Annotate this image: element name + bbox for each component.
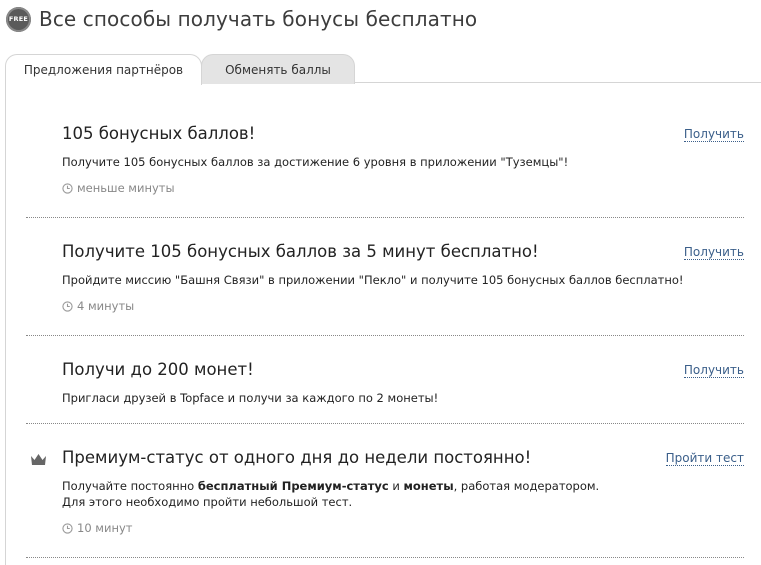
- offer-title: Получи до 200 монет!: [62, 360, 254, 379]
- get-bonus-link[interactable]: Получить: [683, 364, 744, 378]
- page-header: FREE Все способы получать бонусы бесплат…: [6, 5, 477, 33]
- clock-icon: [62, 182, 73, 194]
- offer-duration: 4 минуты: [62, 299, 134, 313]
- offer-duration-text: 10 минут: [77, 521, 133, 535]
- page-title: Все способы получать бонусы бесплатно: [39, 7, 478, 31]
- free-badge-icon: FREE: [6, 6, 31, 32]
- offer-duration-text: 4 минуты: [77, 299, 135, 313]
- clock-icon: [62, 300, 73, 312]
- tab-partner-offers[interactable]: Предложения партнёров: [5, 54, 202, 85]
- offer-title: Премиум-статус от одного дня до недели п…: [62, 448, 532, 467]
- tab-bar: Предложения партнёров Обменять баллы: [5, 54, 761, 85]
- offer-description: Получите 105 бонусных баллов за достижен…: [62, 155, 569, 169]
- offer-item: Получи до 200 монет! Пригласи друзей в T…: [26, 335, 744, 424]
- offer-duration: меньше минуты: [62, 181, 175, 195]
- tab-exchange-points[interactable]: Обменять баллы: [201, 54, 355, 84]
- offer-duration: 10 минут: [62, 521, 132, 535]
- take-test-link[interactable]: Пройти тест: [665, 452, 744, 466]
- offer-description: Пригласи друзей в Topface и получи за ка…: [62, 391, 439, 405]
- offer-item: Получите 105 бонусных баллов за 5 минут …: [26, 217, 744, 336]
- offer-item: 105 бонусных баллов! Получите 105 бонусн…: [26, 84, 744, 218]
- get-bonus-link[interactable]: Получить: [683, 246, 744, 260]
- offer-title: 105 бонусных баллов!: [62, 124, 256, 143]
- offers-panel: 105 бонусных баллов! Получите 105 бонусн…: [5, 84, 761, 565]
- offer-item: Премиум-статус от одного дня до недели п…: [26, 423, 744, 558]
- offer-description: Пройдите миссию "Башня Связи" в приложен…: [62, 273, 684, 287]
- offer-description: Получайте постоянно бесплатный Премиум-с…: [62, 479, 600, 509]
- crown-icon: [31, 454, 46, 465]
- offer-duration-text: меньше минуты: [77, 181, 175, 195]
- offer-title: Получите 105 бонусных баллов за 5 минут …: [62, 242, 539, 261]
- get-bonus-link[interactable]: Получить: [683, 128, 744, 142]
- clock-icon: [62, 522, 73, 534]
